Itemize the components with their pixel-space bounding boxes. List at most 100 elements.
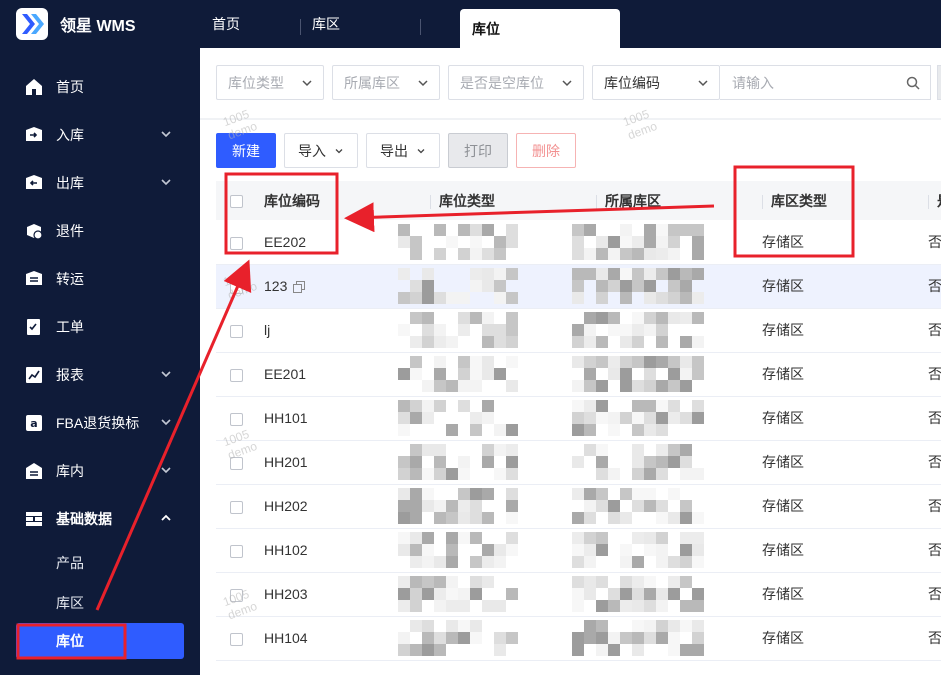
cell-zone-redacted	[588, 616, 754, 661]
search-input[interactable]: 请输入	[720, 65, 931, 100]
table-row[interactable]: HH202 存储区 否	[216, 484, 941, 529]
sidebar-item-label: 报表	[56, 367, 84, 383]
svg-text:a: a	[30, 417, 37, 430]
table-row[interactable]: HH102 存储区 否	[216, 528, 941, 573]
chevron-down-icon	[698, 80, 708, 87]
cell-zone-type: 存储区	[754, 396, 920, 441]
row-checkbox-cell	[216, 616, 256, 661]
sidebar-item-label: 退件	[56, 223, 84, 239]
cell-zone-type: 存储区	[754, 308, 920, 353]
table-row[interactable]: HH101 存储区 否	[216, 396, 941, 441]
export-button[interactable]: 导出	[366, 133, 440, 168]
tab-zone[interactable]: 库区	[312, 0, 340, 48]
copy-icon[interactable]	[293, 281, 306, 294]
cell-zone-redacted	[588, 396, 754, 441]
cell-zone-type: 存储区	[754, 220, 920, 265]
table-row[interactable]: HH104 存储区 否	[216, 616, 941, 661]
sidebar-item-inbound[interactable]: 入库	[0, 111, 200, 159]
return-icon	[24, 221, 44, 241]
cell-type-redacted	[422, 484, 588, 529]
row-checkbox[interactable]	[230, 412, 243, 426]
cell-is-empty: 否	[920, 440, 941, 485]
row-checkbox[interactable]	[230, 544, 243, 558]
search-field-select[interactable]: 库位编码	[592, 65, 720, 100]
column-header-zone[interactable]: 所属库区	[588, 181, 754, 220]
sidebar-item-label: 转运	[56, 271, 84, 287]
table-row[interactable]: lj 存储区 否	[216, 308, 941, 353]
cell-is-empty: 否	[920, 484, 941, 529]
sidebar-subitem-location[interactable]: 库位	[16, 623, 184, 659]
zone-select[interactable]: 所属库区	[332, 65, 440, 100]
select-all-checkbox[interactable]	[230, 195, 243, 209]
cell-type-redacted	[422, 396, 588, 441]
import-button[interactable]: 导入	[284, 133, 358, 168]
cell-is-empty: 否	[920, 220, 941, 265]
sidebar-subitem-product[interactable]: 产品	[0, 543, 200, 583]
cell-code: EE202	[256, 220, 422, 265]
sidebar-item-report[interactable]: 报表	[0, 351, 200, 399]
print-button[interactable]: 打印	[448, 133, 508, 168]
sidebar-item-basedata[interactable]: 基础数据	[0, 495, 200, 543]
row-checkbox[interactable]	[230, 500, 243, 514]
table-row[interactable]: 123 存储区 否	[216, 264, 941, 309]
chevron-down-icon	[417, 148, 425, 153]
column-header-is-empty[interactable]: 是	[920, 181, 941, 220]
code-text: 123	[264, 278, 288, 294]
main-content: 库位类型 所属库区 是否是空库位 库位编码 请输入 新建 导入 导出 打印 删除…	[200, 48, 941, 675]
search-icon[interactable]	[906, 76, 920, 90]
table-row[interactable]: HH203 存储区 否	[216, 572, 941, 617]
table-row[interactable]: EE202 存储区 否	[216, 220, 941, 265]
location-type-select[interactable]: 库位类型	[216, 65, 324, 100]
tab-label: 库位	[472, 20, 500, 37]
chevron-down-icon	[161, 131, 171, 138]
chevron-down-icon	[302, 80, 312, 87]
cell-zone-type: 存储区	[754, 352, 920, 397]
sidebar-item-fba[interactable]: a FBA退货换标	[0, 399, 200, 447]
row-checkbox-cell	[216, 484, 256, 529]
cell-type-redacted	[422, 616, 588, 661]
cell-is-empty: 否	[920, 528, 941, 573]
more-filter-button[interactable]	[937, 65, 941, 100]
chevron-down-icon	[161, 179, 171, 186]
sidebar-item-warehouse[interactable]: 库内	[0, 447, 200, 495]
cell-zone-redacted	[588, 572, 754, 617]
column-divider	[928, 194, 929, 209]
column-header-zone-type[interactable]: 库区类型	[754, 181, 920, 220]
sidebar-item-label: 出库	[56, 175, 84, 191]
sidebar-item-return[interactable]: 退件	[0, 207, 200, 255]
chevron-down-icon	[335, 148, 343, 153]
delete-button[interactable]: 删除	[516, 133, 576, 168]
row-checkbox[interactable]	[230, 236, 243, 250]
cell-zone-type: 存储区	[754, 264, 920, 309]
cell-is-empty: 否	[920, 616, 941, 661]
cell-is-empty: 否	[920, 308, 941, 353]
sidebar-subitem-zone[interactable]: 库区	[0, 583, 200, 623]
column-header-code[interactable]: 库位编码	[256, 181, 422, 220]
is-empty-select[interactable]: 是否是空库位	[448, 65, 584, 100]
sidebar-item-outbound[interactable]: 出库	[0, 159, 200, 207]
row-checkbox[interactable]	[230, 324, 243, 338]
tab-divider	[420, 19, 421, 35]
table-row[interactable]: HH201 存储区 否	[216, 440, 941, 485]
button-label: 新建	[232, 142, 260, 159]
row-checkbox[interactable]	[230, 632, 243, 646]
sidebar-item-label: 入库	[56, 127, 84, 143]
table-row[interactable]: EE201 存储区 否	[216, 352, 941, 397]
new-button[interactable]: 新建	[216, 133, 276, 168]
tab-home[interactable]: 首页	[212, 0, 240, 48]
sidebar-item-workorder[interactable]: 工单	[0, 303, 200, 351]
tab-location[interactable]: 库位	[460, 9, 620, 48]
column-header-type[interactable]: 库位类型	[422, 181, 588, 220]
sidebar-item-home[interactable]: 首页	[0, 63, 200, 111]
select-placeholder: 所属库区	[344, 74, 400, 91]
list-panel: 新建 导入 导出 打印 删除 库位编码 库位类型 所属库区 库区类型 是	[200, 120, 941, 675]
button-label: 打印	[464, 142, 492, 159]
cell-code: 123	[256, 264, 422, 309]
logo-icon	[16, 8, 48, 40]
select-placeholder: 库位类型	[228, 74, 284, 91]
tab-divider	[300, 19, 301, 35]
sidebar-item-transfer[interactable]: 转运	[0, 255, 200, 303]
row-checkbox[interactable]	[230, 368, 243, 382]
cell-code: HH201	[256, 440, 422, 485]
sidebar-item-label: 首页	[56, 79, 84, 95]
